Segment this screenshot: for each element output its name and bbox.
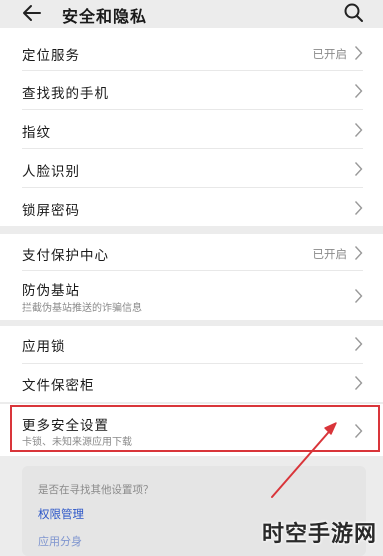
page-title: 安全和隐私 [62,7,148,26]
setting-description: 拦截伪基站推送的诈骗信息 [22,303,142,314]
setting-label: 更多安全设置 [22,418,109,434]
chevron-right-icon [354,337,363,351]
setting-fake-base-station[interactable]: 防伪基站 拦截伪基站推送的诈骗信息 [0,271,383,320]
chevron-right-icon [354,123,363,137]
setting-find-my-phone[interactable]: 查找我的手机 [0,71,383,109]
chevron-right-icon [354,376,363,390]
chevron-right-icon [354,162,363,176]
back-arrow-icon[interactable] [20,2,44,24]
setting-label: 指纹 [22,125,51,141]
suggestions-question: 是否在寻找其他设置项？ [38,484,154,496]
chevron-right-icon [354,424,363,438]
setting-label: 定位服务 [22,48,80,64]
setting-location-service[interactable]: 定位服务 已开启 [0,32,383,70]
chevron-right-icon [354,246,363,260]
setting-app-lock[interactable]: 应用锁 [0,326,383,363]
settings-group-payment: 支付保护中心 已开启 防伪基站 拦截伪基站推送的诈骗信息 [0,234,383,320]
chevron-right-icon [354,201,363,215]
setting-label: 查找我的手机 [22,86,109,102]
setting-label: 应用锁 [22,339,66,355]
setting-fingerprint[interactable]: 指纹 [0,110,383,148]
link-app-twin[interactable]: 应用分身 [38,533,82,549]
setting-label: 人脸识别 [22,164,80,180]
title-bar: 安全和隐私 [0,0,383,28]
setting-face-recognition[interactable]: 人脸识别 [0,149,383,187]
status-text: 已开启 [312,247,348,261]
watermark: 时空手游网 [262,521,378,547]
setting-label: 支付保护中心 [22,248,109,264]
setting-label: 文件保密柜 [22,378,95,394]
settings-group-device-security: 定位服务 已开启 查找我的手机 指纹 人脸识别 锁屏密码 [0,28,383,226]
setting-label: 防伪基站 [22,283,80,299]
chevron-right-icon [354,46,363,60]
chevron-right-icon [354,289,363,303]
setting-file-safe[interactable]: 文件保密柜 [0,364,383,402]
search-icon[interactable] [342,2,366,24]
settings-group-app-lock: 应用锁 文件保密柜 [0,326,383,402]
setting-payment-protection[interactable]: 支付保护中心 已开启 [0,234,383,270]
link-permission-management[interactable]: 权限管理 [38,506,84,522]
setting-lock-screen-password[interactable]: 锁屏密码 [0,188,383,226]
settings-group-more: 更多安全设置 卡锁、未知来源应用下载 [0,404,383,456]
chevron-right-icon [354,84,363,98]
setting-description: 卡锁、未知来源应用下载 [22,437,132,448]
status-text: 已开启 [312,47,348,61]
setting-label: 锁屏密码 [22,203,80,219]
setting-more-security[interactable]: 更多安全设置 卡锁、未知来源应用下载 [0,404,383,456]
